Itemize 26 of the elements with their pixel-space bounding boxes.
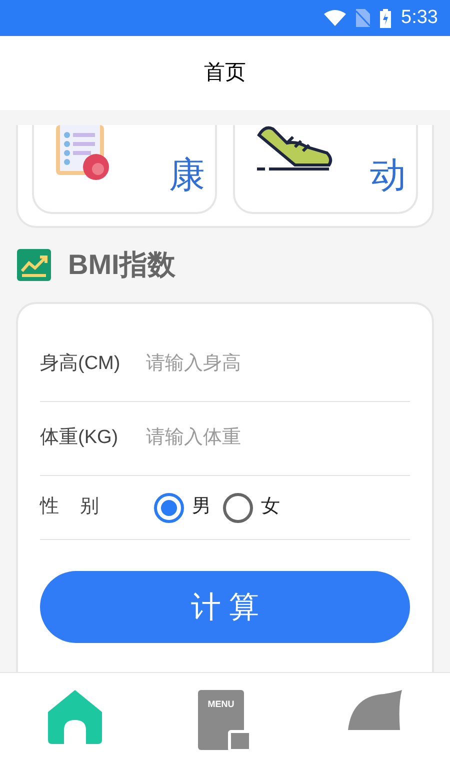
page-title: 首页 (204, 60, 246, 86)
sneaker-icon (257, 125, 333, 171)
trend-chart-icon (17, 249, 51, 281)
wifi-icon (324, 10, 346, 26)
clipboard-apple-icon (56, 125, 110, 181)
input-field[interactable]: 请输入身高 (146, 350, 410, 379)
dome-icon (348, 690, 402, 730)
field-label: 性 别 (40, 495, 100, 520)
radio-option[interactable]: 男 (154, 492, 211, 522)
radio-option[interactable]: 女 (223, 492, 280, 522)
feature-label: 动 (370, 157, 406, 193)
radio-button[interactable] (223, 492, 253, 522)
nav-tab[interactable]: MENU (150, 673, 300, 752)
feature-card[interactable]: 动 (233, 125, 418, 214)
status-time: 5:33 (401, 6, 438, 30)
field-label: 体重(KG) (40, 426, 120, 450)
input-field[interactable]: 请输入体重 (146, 424, 410, 453)
no-sim-icon (356, 9, 370, 27)
feature-label: 康 (169, 157, 205, 193)
home-icon (48, 690, 102, 744)
radio-button[interactable] (154, 492, 184, 522)
field-label: 身高(CM) (40, 352, 122, 376)
calculate-button[interactable]: 计 算 (40, 571, 410, 643)
feature-card[interactable]: 康 (32, 125, 217, 214)
section-title: BMI指数 (68, 248, 176, 282)
battery-charging-icon (380, 8, 392, 28)
